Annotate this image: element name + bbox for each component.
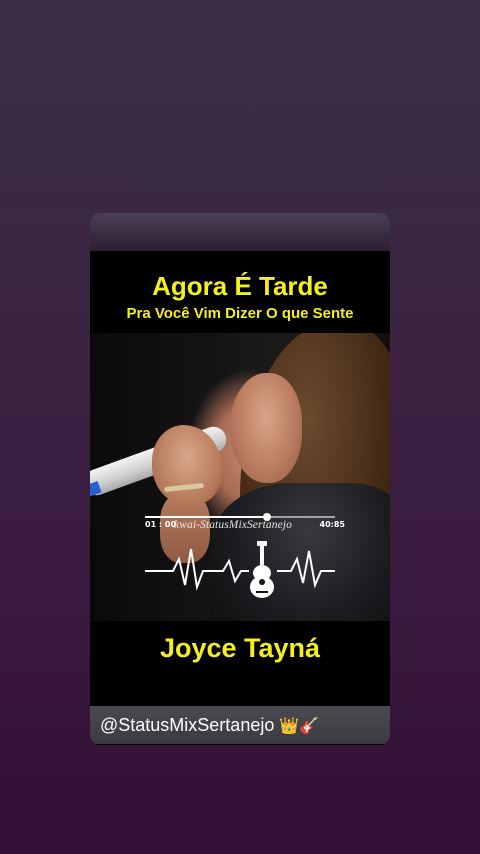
song-title: Agora É Tarde <box>152 271 328 301</box>
heartbeat-line-right <box>277 550 335 589</box>
handle-bar[interactable]: @StatusMixSertanejo 👑🎸 <box>90 706 390 744</box>
photo-face <box>230 373 302 483</box>
progress-fill <box>145 516 267 518</box>
artist-area: Joyce Tayná @StatusMixSertanejo 👑🎸 <box>90 621 390 745</box>
channel-handle[interactable]: @StatusMixSertanejo 👑🎸 <box>100 714 319 738</box>
handle-label: @StatusMixSertanejo <box>100 715 275 735</box>
progress-track[interactable] <box>145 513 335 521</box>
guitar-icon <box>250 541 274 598</box>
title-area: Agora É Tarde Pra Você Vim Dizer O que S… <box>90 251 390 333</box>
video-card[interactable]: Agora É Tarde Pra Você Vim Dizer O que S… <box>90 213 390 745</box>
card-top-band <box>90 213 390 251</box>
time-current: 01 : 00 <box>145 520 177 529</box>
heartbeat-line-left <box>145 548 249 591</box>
heartbeat-guitar-icon <box>145 541 335 598</box>
song-lyric-line: Pra Você Vim Dizer O que Sente <box>126 305 354 322</box>
time-total: 40:85 <box>319 520 345 529</box>
crown-guitar-emoji: 👑🎸 <box>279 718 320 735</box>
artist-name: Joyce Tayná <box>159 633 321 663</box>
kwai-watermark: kwai-StatusMixSertanejo <box>174 519 292 531</box>
